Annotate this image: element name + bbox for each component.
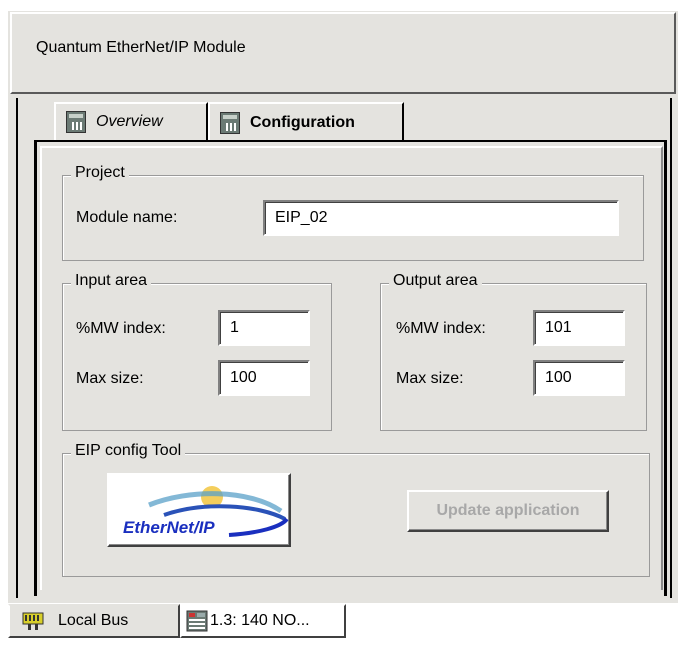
module-icon — [220, 112, 240, 134]
input-max-size-label: Max size: — [76, 370, 144, 387]
output-max-size-field[interactable] — [533, 360, 625, 396]
module-name-field[interactable] — [263, 200, 619, 236]
output-mw-index-label: %MW index: — [396, 320, 486, 337]
tab-overview-label: Overview — [96, 113, 163, 130]
output-area-group: Output area — [380, 272, 647, 431]
input-area-legend: Input area — [71, 272, 152, 290]
tab-configuration[interactable]: Configuration — [208, 102, 404, 144]
module-title: Quantum EtherNet/IP Module — [36, 39, 246, 56]
output-mw-index-field[interactable] — [533, 310, 625, 346]
module-icon — [66, 111, 86, 133]
eip-config-tool-legend: EIP config Tool — [71, 442, 186, 460]
ethernet-ip-logo-icon: EtherNet/IP — [123, 486, 289, 537]
ethernet-ip-tool-button[interactable]: EtherNet/IP — [107, 473, 291, 547]
ethernet-ip-logo-text: EtherNet/IP — [123, 518, 215, 537]
input-mw-index-label: %MW index: — [76, 320, 166, 337]
bottom-tab-local-bus[interactable]: Local Bus — [8, 604, 180, 638]
update-application-button: Update application — [407, 490, 609, 532]
bottom-tab-local-bus-label: Local Bus — [58, 612, 129, 629]
module-icon — [186, 610, 208, 632]
tab-configuration-label: Configuration — [250, 114, 355, 131]
tab-overview[interactable]: Overview — [54, 102, 208, 142]
input-area-group: Input area — [62, 272, 332, 431]
bottom-tab-module[interactable]: 1.3: 140 NO... — [180, 604, 346, 638]
output-area-legend: Output area — [389, 272, 482, 290]
bottom-tab-module-label: 1.3: 140 NO... — [210, 612, 310, 629]
module-header: Quantum EtherNet/IP Module — [10, 12, 676, 94]
output-max-size-label: Max size: — [396, 370, 464, 387]
input-mw-index-field[interactable] — [218, 310, 310, 346]
input-max-size-field[interactable] — [218, 360, 310, 396]
project-legend: Project — [71, 164, 129, 182]
bus-icon — [22, 612, 44, 630]
module-name-label: Module name: — [76, 209, 178, 226]
